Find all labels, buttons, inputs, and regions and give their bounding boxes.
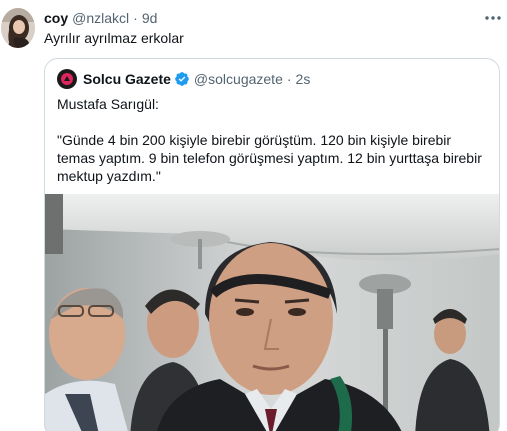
quoted-time[interactable]: 2s [296, 71, 311, 87]
author-display-name[interactable]: coy [44, 10, 68, 26]
author-avatar[interactable] [1, 8, 35, 48]
tweet-text: Ayrılır ayrılmaz erkolar [44, 30, 184, 46]
tweet-header: coy @nzlakcl · 9d [44, 8, 157, 28]
quoted-text: Mustafa Sarıgül: "Günde 4 bin 200 kişiyl… [57, 95, 489, 185]
quoted-separator: · [286, 71, 292, 87]
quoted-tweet[interactable]: Solcu Gazete @solcugazete · 2s Mustafa S… [44, 58, 500, 431]
verified-badge-icon[interactable] [174, 71, 190, 87]
more-horizontal-icon[interactable] [480, 10, 506, 26]
quoted-photo[interactable] [45, 194, 499, 431]
solcu-gazete-logo-icon[interactable] [57, 69, 77, 89]
photo-image [45, 194, 499, 431]
avatar-photo [1, 8, 35, 48]
quoted-header: Solcu Gazete @solcugazete · 2s [57, 69, 310, 89]
quoted-statement: "Günde 4 bin 200 kişiyle birebir görüştü… [57, 132, 482, 184]
quoted-handle[interactable]: @solcugazete [194, 71, 283, 87]
quoted-display-name[interactable]: Solcu Gazete [83, 71, 171, 87]
tweet-card[interactable]: coy @nzlakcl · 9d Ayrılır ayrılmaz erkol… [0, 0, 507, 431]
header-separator: · [133, 10, 138, 26]
author-handle[interactable]: @nzlakcl [72, 10, 129, 26]
tweet-time[interactable]: 9d [142, 10, 158, 26]
quoted-speaker: Mustafa Sarıgül: [57, 96, 159, 112]
